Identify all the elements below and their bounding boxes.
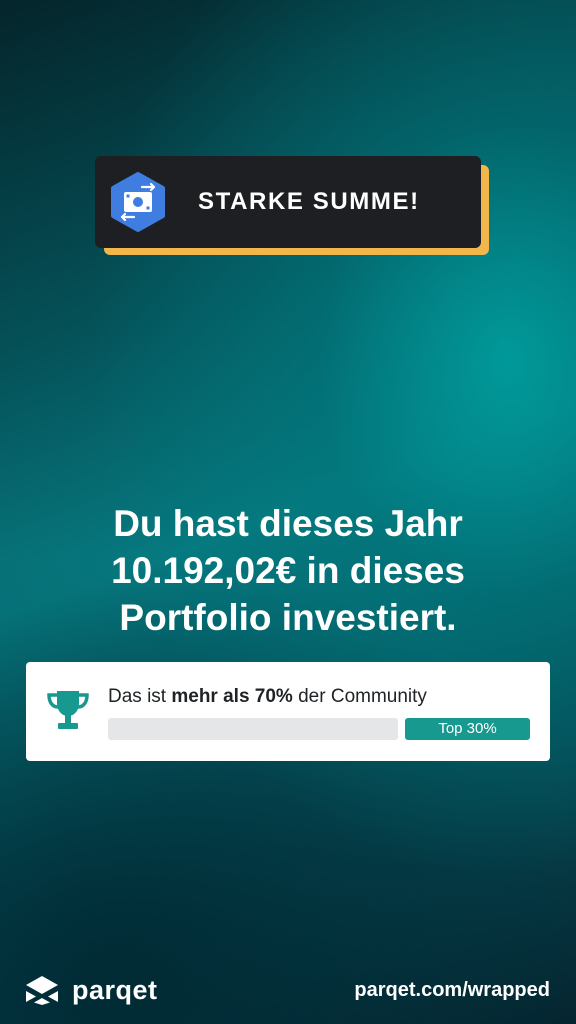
headline: Du hast dieses Jahr 10.192,02€ in dieses… [0, 500, 576, 641]
brand-logo: parqet [24, 974, 158, 1006]
badge-card: STARKE SUMME! [95, 156, 481, 248]
badge-title: STARKE SUMME! [198, 188, 420, 215]
community-card: Das ist mehr als 70% der Community Top 3… [26, 662, 550, 761]
wrapped-url-link[interactable]: parqet.com/wrapped [354, 979, 550, 1002]
headline-line-3: Portfolio investiert. [119, 597, 457, 638]
comparison-highlight: mehr als 70% [171, 686, 293, 707]
comparison-prefix: Das ist [108, 686, 172, 707]
trophy-icon [47, 691, 89, 729]
achievement-badge: STARKE SUMME! [95, 156, 489, 255]
comparison-suffix: der Community [292, 686, 427, 707]
community-comparison-text: Das ist mehr als 70% der Community [108, 686, 427, 708]
parqet-logo-icon [26, 976, 58, 1005]
brand-name: parqet [72, 974, 158, 1005]
money-transfer-icon [111, 172, 165, 232]
headline-line-2: 10.192,02€ in dieses [111, 550, 465, 591]
headline-line-1: Du hast dieses Jahr [113, 503, 463, 544]
percentile-bar-track [108, 718, 398, 740]
top-percentile-badge: Top 30% [405, 718, 530, 740]
